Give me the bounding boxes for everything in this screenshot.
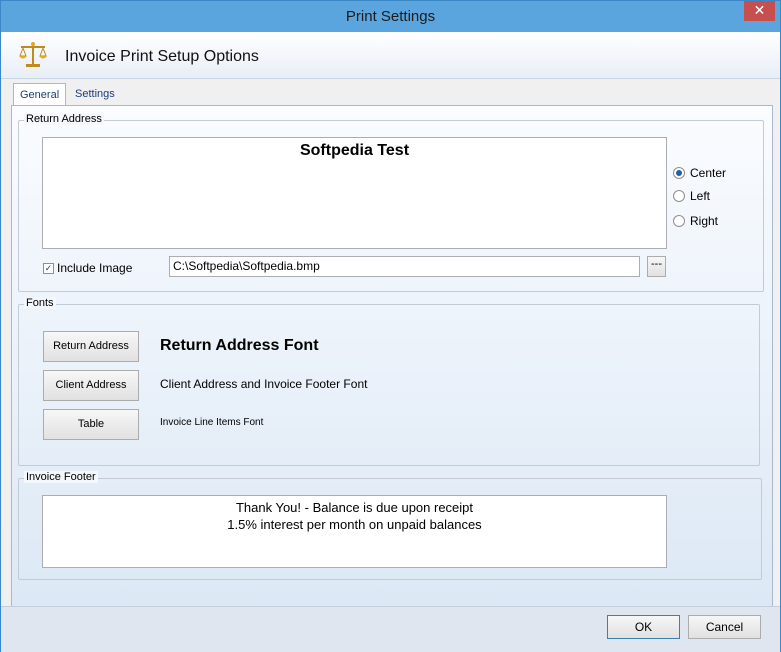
return-address-group: Return Address Softpedia Test Center Lef…	[18, 113, 764, 292]
client-address-font-button[interactable]: Client Address	[43, 370, 139, 401]
radio-selected-icon	[673, 167, 685, 179]
tab-settings[interactable]: Settings	[69, 84, 121, 105]
return-address-textbox[interactable]: Softpedia Test	[42, 137, 667, 249]
invoice-footer-group-label: Invoice Footer	[24, 471, 98, 483]
tab-general[interactable]: General	[13, 83, 67, 107]
title-bar[interactable]: Print Settings ✕	[1, 1, 780, 32]
general-tab-panel: Return Address Softpedia Test Center Lef…	[11, 105, 773, 607]
scales-icon	[19, 42, 47, 67]
table-font-button[interactable]: Table	[43, 409, 139, 440]
return-address-group-label: Return Address	[24, 113, 104, 125]
align-left-label: Left	[690, 189, 711, 203]
close-icon: ✕	[753, 2, 766, 18]
cancel-button[interactable]: Cancel	[688, 615, 761, 639]
footer-line-1: Thank You! - Balance is due upon receipt	[235, 500, 474, 515]
fonts-group-label: Fonts	[24, 297, 56, 309]
invoice-footer-textbox[interactable]: Thank You! - Balance is due upon receipt…	[42, 495, 667, 568]
window-title: Print Settings	[345, 8, 436, 25]
dialog-button-bar: OK Cancel	[1, 606, 780, 652]
image-path-value: C:\Softpedia\Softpedia.bmp	[173, 259, 320, 273]
return-address-font-sample: Return Address Font	[160, 337, 319, 354]
return-address-text: Softpedia Test	[299, 142, 410, 159]
browse-image-button[interactable]: ---	[647, 256, 666, 277]
close-button[interactable]: ✕	[744, 1, 775, 21]
align-right-label: Right	[690, 214, 719, 228]
table-font-sample: Invoice Line Items Font	[160, 417, 264, 428]
radio-unselected-icon	[673, 190, 685, 202]
fonts-group: Fonts Return Address Return Address Font…	[18, 297, 760, 466]
include-image-label: Include Image	[57, 261, 133, 275]
footer-line-2: 1.5% interest per month on unpaid balanc…	[227, 517, 482, 532]
print-settings-window: Print Settings ✕ Invoice Print Setup Opt…	[0, 0, 781, 652]
invoice-footer-group: Invoice Footer Thank You! - Balance is d…	[18, 471, 762, 580]
dialog-header: Invoice Print Setup Options	[1, 32, 780, 79]
image-path-input[interactable]: C:\Softpedia\Softpedia.bmp	[169, 256, 640, 277]
client-address-font-sample: Client Address and Invoice Footer Font	[160, 377, 368, 391]
radio-unselected-icon	[673, 215, 685, 227]
align-center-label: Center	[690, 166, 727, 180]
header-title: Invoice Print Setup Options	[65, 48, 259, 65]
ok-button[interactable]: OK	[607, 615, 680, 639]
include-image-checkbox[interactable]: ✓	[43, 263, 54, 274]
return-address-font-button[interactable]: Return Address	[43, 331, 139, 362]
